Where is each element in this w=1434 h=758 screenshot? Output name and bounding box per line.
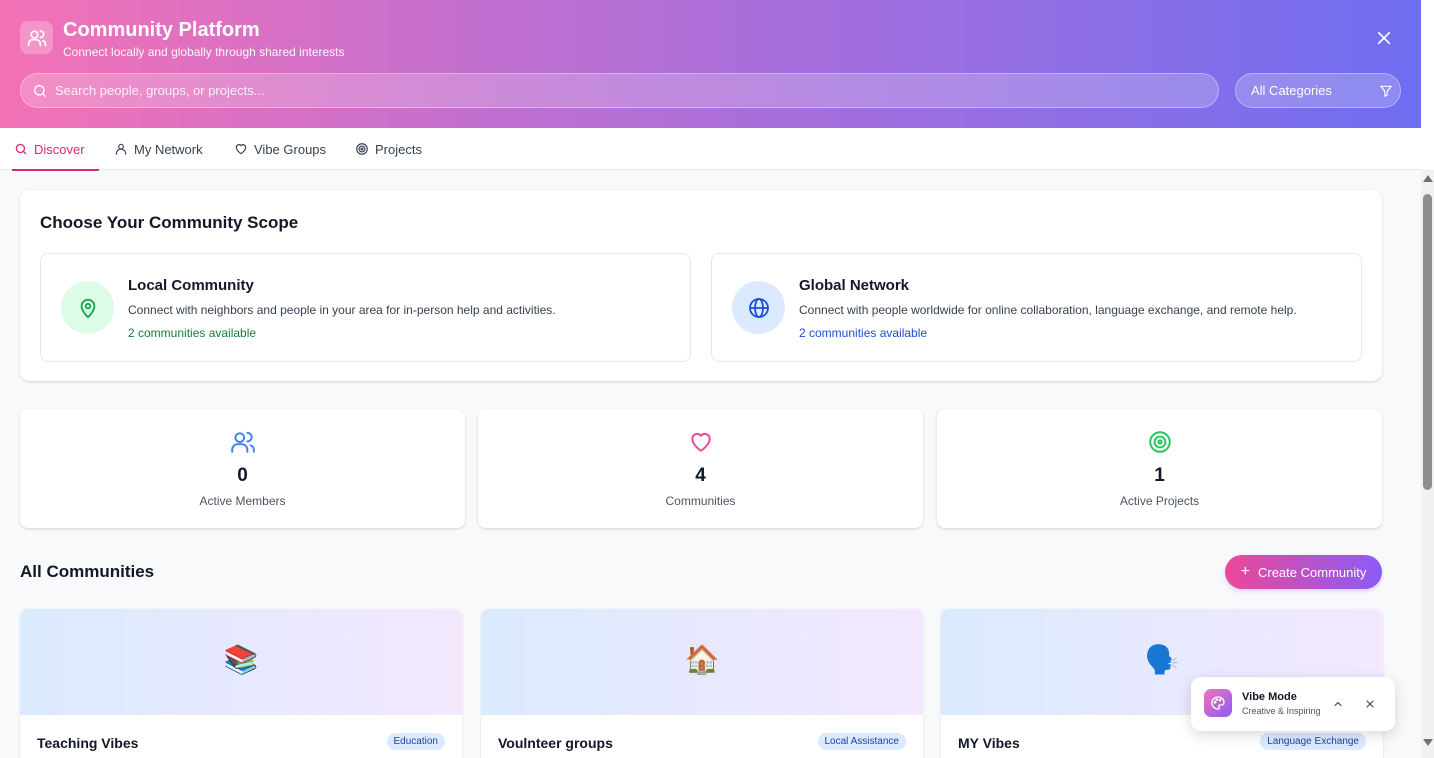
map-pin-icon — [80, 298, 95, 318]
palette-icon — [1211, 696, 1225, 710]
page-subtitle: Connect locally and globally through sha… — [63, 45, 345, 59]
category-select-label: All Categories — [1251, 83, 1332, 98]
close-button[interactable] — [1372, 26, 1396, 50]
create-community-label: Create Community — [1257, 564, 1367, 580]
scope-global-title: Global Network — [799, 277, 910, 294]
community-card-teaching-vibes[interactable]: 📚 Teaching Vibes Education — [20, 609, 462, 758]
scroll-down-arrow-icon[interactable] — [1423, 739, 1433, 746]
filter-icon — [1380, 85, 1392, 97]
scope-global-description: Connect with people worldwide for online… — [799, 303, 1297, 317]
speaking-head-icon: 🗣️ — [1144, 643, 1180, 676]
close-icon — [1377, 31, 1391, 45]
community-tag: Local Assistance — [817, 733, 906, 750]
page-title: Community Platform — [63, 19, 260, 41]
target-icon — [1148, 431, 1171, 453]
tab-label: Discover — [34, 141, 85, 157]
books-icon: 📚 — [223, 643, 259, 676]
community-tag: Language Exchange — [1260, 733, 1366, 750]
scroll-up-arrow-icon[interactable] — [1423, 175, 1433, 182]
community-card-volunteer-groups[interactable]: 🏠 Voulnteer groups Local Assistance — [481, 609, 923, 758]
stat-label: Communities — [665, 494, 736, 508]
vibe-mode-close-button[interactable] — [1364, 697, 1376, 715]
vibe-mode-icon-box — [1204, 689, 1232, 717]
header: Community Platform Connect locally and g… — [0, 0, 1421, 128]
scope-local-community[interactable]: Local Community Connect with neighbors a… — [40, 253, 691, 362]
tab-my-network[interactable]: My Network — [114, 128, 203, 170]
scope-global-network[interactable]: Global Network Connect with people world… — [711, 253, 1362, 362]
scroll-thumb[interactable] — [1423, 194, 1432, 490]
community-name: MY Vibes — [958, 735, 1020, 751]
local-icon-circle — [61, 281, 114, 334]
target-icon — [356, 143, 368, 155]
stat-value: 0 — [237, 465, 248, 486]
scope-title: Choose Your Community Scope — [40, 213, 299, 232]
community-scope-card: Choose Your Community Scope Local Commun… — [20, 190, 1382, 381]
vertical-scrollbar[interactable] — [1421, 170, 1434, 758]
stat-communities: 4 Communities — [478, 409, 923, 528]
stat-value: 4 — [695, 465, 706, 486]
global-icon-circle — [732, 281, 785, 334]
scope-local-count: 2 communities available — [128, 326, 257, 340]
stat-active-members: 0 Active Members — [20, 409, 465, 528]
tab-label: My Network — [134, 141, 203, 157]
vibe-mode-title: Vibe Mode — [1242, 691, 1297, 703]
tab-discover[interactable]: Discover — [12, 128, 99, 171]
create-community-button[interactable]: + Create Community — [1225, 555, 1382, 589]
app-window: Community Platform Connect locally and g… — [0, 0, 1421, 758]
logo — [20, 21, 53, 54]
stat-value: 1 — [1154, 465, 1165, 486]
stat-label: Active Members — [199, 494, 286, 508]
all-communities-title: All Communities — [20, 562, 155, 581]
search-icon — [15, 143, 27, 155]
tab-bar: Discover My Network Vibe Groups Projects — [0, 128, 1421, 171]
community-name: Voulnteer groups — [498, 735, 613, 751]
chevron-up-icon — [1334, 701, 1342, 707]
window-edge — [1421, 0, 1434, 170]
scope-local-title: Local Community — [128, 277, 254, 294]
tab-label: Projects — [375, 141, 422, 157]
heart-icon — [235, 144, 247, 155]
users-icon — [230, 431, 255, 453]
globe-icon — [748, 297, 769, 318]
scope-local-description: Connect with neighbors and people in you… — [128, 303, 556, 317]
search-input[interactable] — [55, 74, 1205, 107]
search-bar — [20, 73, 1219, 108]
stat-active-projects: 1 Active Projects — [937, 409, 1382, 528]
category-select[interactable]: All Categories — [1235, 73, 1401, 108]
plus-icon: + — [1240, 563, 1250, 580]
vibe-mode-widget: Vibe Mode Creative & Inspiring — [1191, 677, 1395, 731]
close-icon — [1366, 700, 1374, 708]
community-name: Teaching Vibes — [37, 735, 139, 751]
search-icon — [34, 85, 46, 97]
house-icon: 🏠 — [684, 643, 720, 676]
tab-vibe-groups[interactable]: Vibe Groups — [234, 128, 326, 170]
vibe-mode-expand-button[interactable] — [1332, 697, 1344, 715]
stat-label: Active Projects — [1119, 494, 1200, 508]
user-icon — [115, 143, 127, 155]
scope-global-count: 2 communities available — [799, 326, 928, 340]
vibe-mode-subtitle: Creative & Inspiring — [1242, 706, 1321, 716]
heart-icon — [690, 432, 711, 452]
community-tag: Education — [386, 733, 445, 750]
tab-projects[interactable]: Projects — [355, 128, 422, 170]
users-icon — [27, 29, 46, 46]
tab-label: Vibe Groups — [254, 141, 327, 157]
